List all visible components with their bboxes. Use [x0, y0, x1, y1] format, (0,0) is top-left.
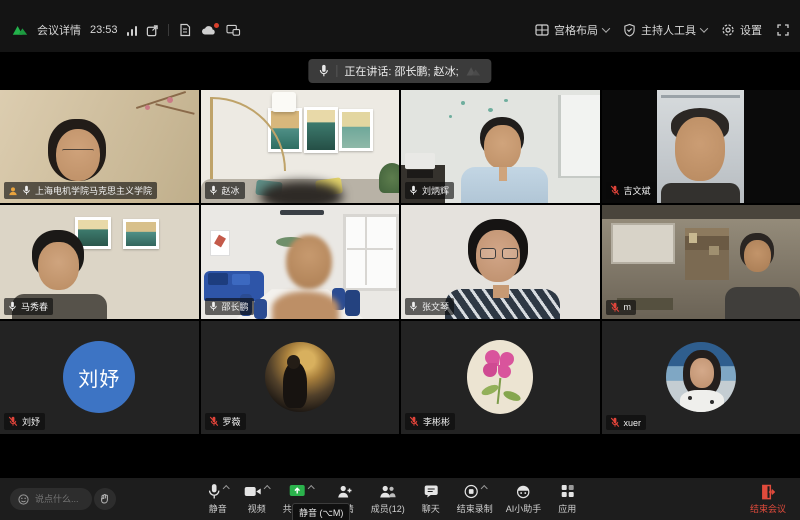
meeting-details-button[interactable]: 会议详情	[37, 22, 81, 38]
host-tools-button[interactable]: 主持人工具	[623, 22, 707, 38]
participant-label: 刘妤	[4, 413, 45, 430]
fullscreen-icon[interactable]	[776, 23, 790, 37]
video-button[interactable]: 视频	[244, 482, 270, 515]
mic-muted-icon	[409, 416, 419, 427]
stop-record-button[interactable]: 结束录制	[457, 482, 493, 515]
participant-label: 赵冰	[205, 182, 245, 199]
video-tile[interactable]: xuer	[602, 321, 800, 434]
grid-layout-icon	[535, 24, 549, 36]
participant-label: 罗薇	[205, 413, 246, 430]
apps-icon	[560, 484, 574, 498]
record-options-caret[interactable]	[480, 484, 487, 491]
clap-hand-icon	[99, 493, 111, 505]
chevron-down-icon	[602, 24, 610, 32]
quick-chat-input[interactable]	[33, 493, 81, 505]
end-meeting-button[interactable]: 结束会议	[750, 484, 786, 515]
mic-muted-icon	[610, 185, 620, 196]
video-tile[interactable]: 刘炳辉	[401, 90, 600, 203]
host-badge-icon	[8, 186, 18, 196]
share-screen-icon	[288, 484, 305, 498]
members-icon	[379, 484, 397, 499]
emoji-icon	[18, 494, 29, 505]
chevron-down-icon	[700, 24, 708, 32]
video-tile[interactable]: 吉文斌	[602, 90, 800, 203]
mic-muted-icon	[209, 416, 219, 427]
reaction-button[interactable]	[94, 488, 116, 510]
participant-label: xuer	[606, 415, 647, 430]
bottom-toolbar: 静音 视频 共享屏幕	[0, 478, 800, 520]
watermark-logo	[466, 65, 482, 77]
speaking-banner: 正在讲话: 邵长鹏; 赵冰;	[308, 59, 491, 83]
mic-icon	[318, 64, 329, 78]
avatar	[467, 340, 533, 414]
camera-icon	[244, 485, 262, 498]
avatar	[265, 342, 335, 412]
mic-muted-icon	[8, 416, 18, 427]
mute-button[interactable]: 静音	[205, 482, 231, 515]
divider	[336, 65, 337, 77]
ai-assistant-icon	[516, 484, 531, 499]
participant-label: 刘炳辉	[405, 182, 454, 199]
video-grid: 上海电机学院马克思主义学院 赵冰	[0, 90, 800, 434]
cloud-record-icon[interactable]	[201, 24, 217, 37]
participant-label: m	[606, 300, 637, 315]
notification-dot	[214, 23, 219, 28]
mute-shortcut-tooltip: 静音 (⌥M)	[292, 503, 350, 520]
divider	[168, 24, 169, 36]
participant-label: 李彬彬	[405, 413, 455, 430]
screen-cast-icon[interactable]	[226, 24, 241, 37]
settings-button[interactable]: 设置	[721, 22, 762, 38]
meeting-time: 23:53	[90, 24, 118, 36]
mic-muted-icon	[610, 302, 620, 313]
mic-on-icon	[209, 185, 218, 196]
apps-button[interactable]: 应用	[554, 482, 580, 515]
open-external-icon[interactable]	[146, 24, 159, 37]
video-tile[interactable]: m	[602, 205, 800, 318]
mic-on-icon	[209, 301, 218, 312]
video-tile[interactable]: 李彬彬	[401, 321, 600, 434]
participant-label: 张文琴	[405, 298, 454, 315]
avatar: 刘妤	[63, 341, 135, 413]
meeting-app-logo	[12, 23, 28, 37]
chat-icon	[423, 484, 438, 498]
video-tile[interactable]: 马秀春	[0, 205, 199, 318]
participant-label: 马秀春	[4, 298, 53, 315]
speaking-text: 正在讲话: 邵长鹏; 赵冰;	[344, 63, 458, 79]
stop-record-icon	[463, 484, 478, 499]
participant-label: 吉文斌	[606, 182, 656, 199]
mic-muted-icon	[610, 417, 620, 428]
participant-label: 上海电机学院马克思主义学院	[4, 182, 157, 199]
shield-icon	[623, 23, 636, 37]
video-tile[interactable]: 罗薇	[201, 321, 400, 434]
mic-on-icon	[409, 185, 418, 196]
mic-on-icon	[8, 301, 17, 312]
meeting-window: 会议详情 23:53	[0, 0, 800, 520]
meeting-docs-icon[interactable]	[178, 23, 192, 37]
share-options-caret[interactable]	[307, 484, 314, 491]
mic-on-icon	[22, 185, 31, 196]
end-meeting-icon	[760, 484, 775, 500]
quick-chat-input-wrap[interactable]	[10, 488, 92, 510]
top-bar: 会议详情 23:53	[0, 0, 800, 52]
invite-icon	[337, 484, 353, 499]
members-button[interactable]: 成员(12)	[371, 482, 405, 515]
avatar	[666, 342, 736, 412]
video-tile[interactable]: 上海电机学院马克思主义学院	[0, 90, 199, 203]
video-tile[interactable]: 赵冰	[201, 90, 400, 203]
gear-icon	[721, 23, 735, 37]
ai-assistant-button[interactable]: AI小助手	[506, 482, 542, 515]
layout-selector[interactable]: 宫格布局	[535, 22, 609, 38]
video-tile[interactable]: 刘妤 刘妤	[0, 321, 199, 434]
video-tile-active-speaker[interactable]: 邵长鹏	[201, 205, 400, 318]
chat-button[interactable]: 聊天	[418, 482, 444, 515]
video-tile[interactable]: 张文琴	[401, 205, 600, 318]
mic-icon	[207, 483, 220, 500]
video-options-caret[interactable]	[264, 484, 271, 491]
network-signal-icon	[127, 25, 138, 36]
mic-on-icon	[409, 301, 418, 312]
mic-options-caret[interactable]	[222, 484, 229, 491]
participant-label: 邵长鹏	[205, 298, 254, 315]
